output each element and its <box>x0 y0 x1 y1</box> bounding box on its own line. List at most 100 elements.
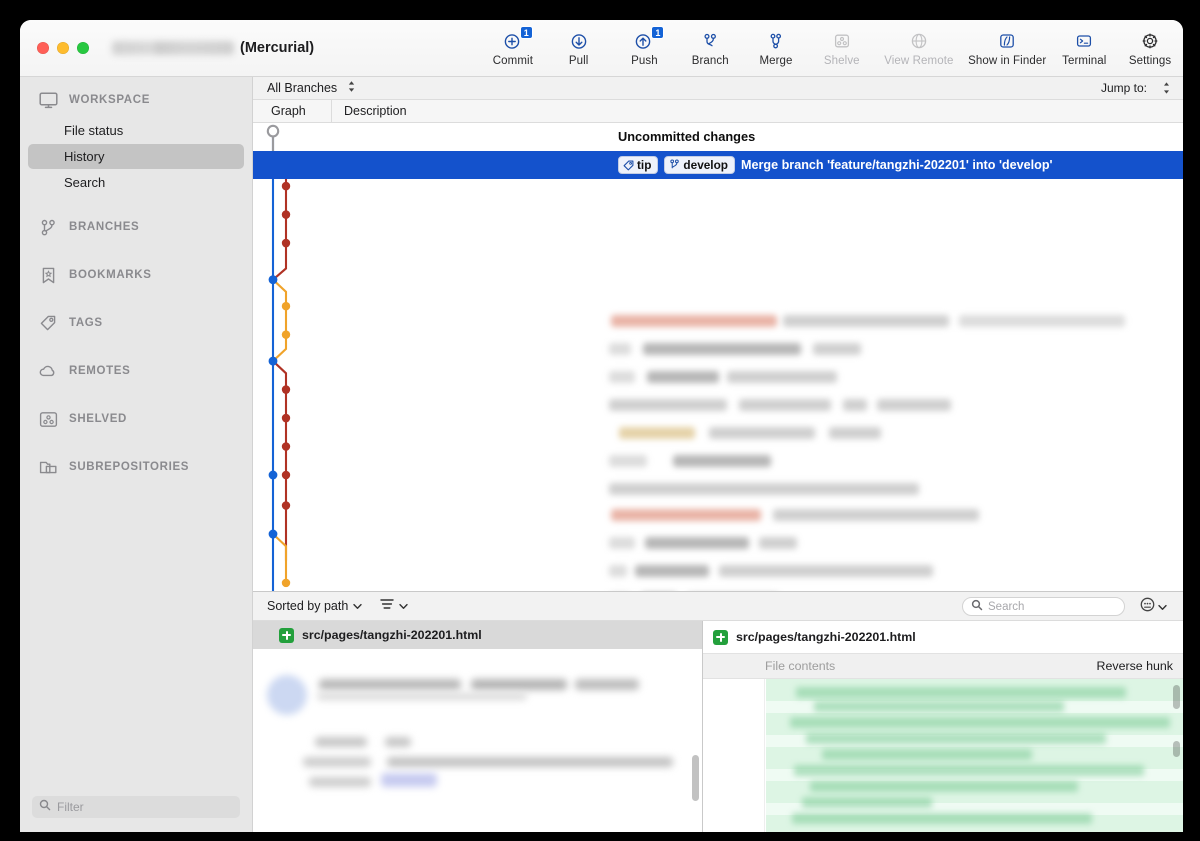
chevron-down-icon <box>353 599 363 613</box>
toolbar-merge-button[interactable]: Merge <box>743 30 809 67</box>
column-header-graph[interactable]: Graph <box>253 104 331 118</box>
tag-icon <box>623 160 634 170</box>
commit-list-header: Graph Description <box>253 99 1183 123</box>
diff-search-placeholder: Search <box>988 600 1025 613</box>
jump-to-label: Jump to: <box>1100 81 1147 95</box>
sidebar-filter-bar: Filter <box>20 786 252 832</box>
diff-scrollbar[interactable] <box>1173 685 1180 709</box>
toolbar-push-button[interactable]: 1 Push <box>612 26 678 67</box>
file-detail-scrollbar[interactable] <box>692 755 699 801</box>
toolbar-view-remote-button[interactable]: View Remote <box>875 30 963 67</box>
sort-dropdown[interactable]: Sorted by path <box>267 599 363 613</box>
file-list-pane[interactable]: src/pages/tangzhi-202201.html <box>253 621 703 832</box>
diff-scrollbar-secondary[interactable] <box>1173 741 1180 757</box>
app-body: WORKSPACE File status History Search BRA… <box>20 77 1183 832</box>
sidebar-group-remotes[interactable]: REMOTES <box>20 354 252 388</box>
sidebar-item-search[interactable]: Search <box>28 170 244 195</box>
toolbar-pull-button[interactable]: Pull <box>546 30 612 67</box>
diff-options-button[interactable] <box>1140 597 1167 617</box>
zoom-button[interactable] <box>77 42 89 54</box>
push-badge: 1 <box>651 26 665 39</box>
app-window: (Mercurial) 1 Commit Pull 1 Push Branch … <box>20 20 1183 832</box>
view-mode-dropdown[interactable] <box>380 597 409 615</box>
minimize-button[interactable] <box>57 42 69 54</box>
commit-graph <box>266 124 291 591</box>
tag-chip-label: tip <box>637 158 652 172</box>
sidebar-item-history[interactable]: History <box>28 144 244 169</box>
branch-filter-bar: All Branches Jump to: <box>253 77 1183 100</box>
branch-chip-develop[interactable]: develop <box>664 156 736 174</box>
jump-to-stepper[interactable] <box>1162 81 1171 100</box>
file-list-item[interactable]: src/pages/tangzhi-202201.html <box>253 621 702 649</box>
diff-file-header: src/pages/tangzhi-202201.html <box>703 621 1183 653</box>
branch-filter-dropdown[interactable]: All Branches <box>267 80 356 96</box>
sidebar-group-bookmarks-label: BOOKMARKS <box>69 269 152 281</box>
subrepository-icon <box>37 457 59 477</box>
sidebar-group-bookmarks[interactable]: BOOKMARKS <box>20 258 252 292</box>
view-remote-icon <box>909 30 929 52</box>
main-content: All Branches Jump to: Graph Description <box>253 77 1183 832</box>
toolbar-show-in-finder-label: Show in Finder <box>968 55 1047 67</box>
merge-icon <box>766 30 786 52</box>
more-options-icon <box>1140 597 1155 617</box>
sidebar-group-branches[interactable]: BRANCHES <box>20 210 252 244</box>
sidebar-group-tags[interactable]: TAGS <box>20 306 252 340</box>
diff-hunk-header: File contents Reverse hunk <box>703 653 1183 679</box>
toolbar-settings-button[interactable]: Settings <box>1117 30 1183 67</box>
commit-badge: 1 <box>519 26 533 39</box>
toolbar-show-in-finder-button[interactable]: Show in Finder <box>963 30 1051 67</box>
sidebar-group-shelved-label: SHELVED <box>69 413 128 425</box>
toolbar-shelve-button[interactable]: Shelve <box>809 30 875 67</box>
main-toolbar: 1 Commit Pull 1 Push Branch Merge Shelve… <box>480 20 1183 77</box>
sidebar-group-subrepositories[interactable]: SUBREPOSITORIES <box>20 450 252 484</box>
sidebar-filter-input[interactable]: Filter <box>32 796 240 818</box>
sidebar-group-subrepositories-label: SUBREPOSITORIES <box>69 461 190 473</box>
toolbar-pull-label: Pull <box>568 55 589 67</box>
file-list-item-path: src/pages/tangzhi-202201.html <box>302 628 482 642</box>
toolbar-branch-label: Branch <box>691 55 729 67</box>
toolbar-commit-button[interactable]: 1 Commit <box>480 26 546 67</box>
title-bar: (Mercurial) 1 Commit Pull 1 Push Branch … <box>20 20 1183 77</box>
branch-icon <box>670 159 680 169</box>
reverse-hunk-button[interactable]: Reverse hunk <box>1097 659 1173 673</box>
close-button[interactable] <box>37 42 49 54</box>
search-icon <box>39 798 51 816</box>
toolbar-view-remote-label: View Remote <box>884 55 954 67</box>
diff-search-input[interactable]: Search <box>962 597 1125 616</box>
sidebar-item-file-status[interactable]: File status <box>28 118 244 143</box>
branch-filter-label: All Branches <box>267 81 338 95</box>
commit-row-selected[interactable]: tip develop Merge branch 'feature/tangzh… <box>253 151 1183 179</box>
tag-icon <box>37 313 59 333</box>
toolbar-merge-label: Merge <box>759 55 793 67</box>
branch-chip-label: develop <box>683 158 729 172</box>
diff-line-number-gutter <box>703 679 765 832</box>
chevron-updown-icon <box>347 80 356 96</box>
tag-chip-tip[interactable]: tip <box>618 156 659 174</box>
toolbar-shelve-label: Shelve <box>823 55 860 67</box>
toolbar-branch-button[interactable]: Branch <box>677 30 743 67</box>
sidebar-group-remotes-label: REMOTES <box>69 365 131 377</box>
sidebar-group-workspace[interactable]: WORKSPACE <box>20 83 252 117</box>
column-header-description[interactable]: Description <box>332 104 407 118</box>
shelve-icon <box>832 30 852 52</box>
uncommitted-changes-row[interactable]: Uncommitted changes <box>253 123 1183 151</box>
toolbar-terminal-button[interactable]: Terminal <box>1051 30 1117 67</box>
sidebar-group-workspace-label: WORKSPACE <box>69 94 151 106</box>
sidebar: WORKSPACE File status History Search BRA… <box>20 77 253 832</box>
sidebar-group-shelved[interactable]: SHELVED <box>20 402 252 436</box>
sidebar-filter-placeholder: Filter <box>57 800 84 814</box>
window-title: (Mercurial) <box>112 40 314 56</box>
cloud-icon <box>37 361 59 381</box>
toolbar-commit-label: Commit <box>492 55 533 67</box>
search-icon <box>971 598 983 616</box>
toolbar-push-label: Push <box>631 55 658 67</box>
diff-pane[interactable]: src/pages/tangzhi-202201.html File conte… <box>703 621 1183 832</box>
diff-hunk-label: File contents <box>765 659 836 673</box>
branch-icon <box>700 30 720 52</box>
commit-list[interactable]: Uncommitted changes tip develop Merge br… <box>253 123 1183 591</box>
